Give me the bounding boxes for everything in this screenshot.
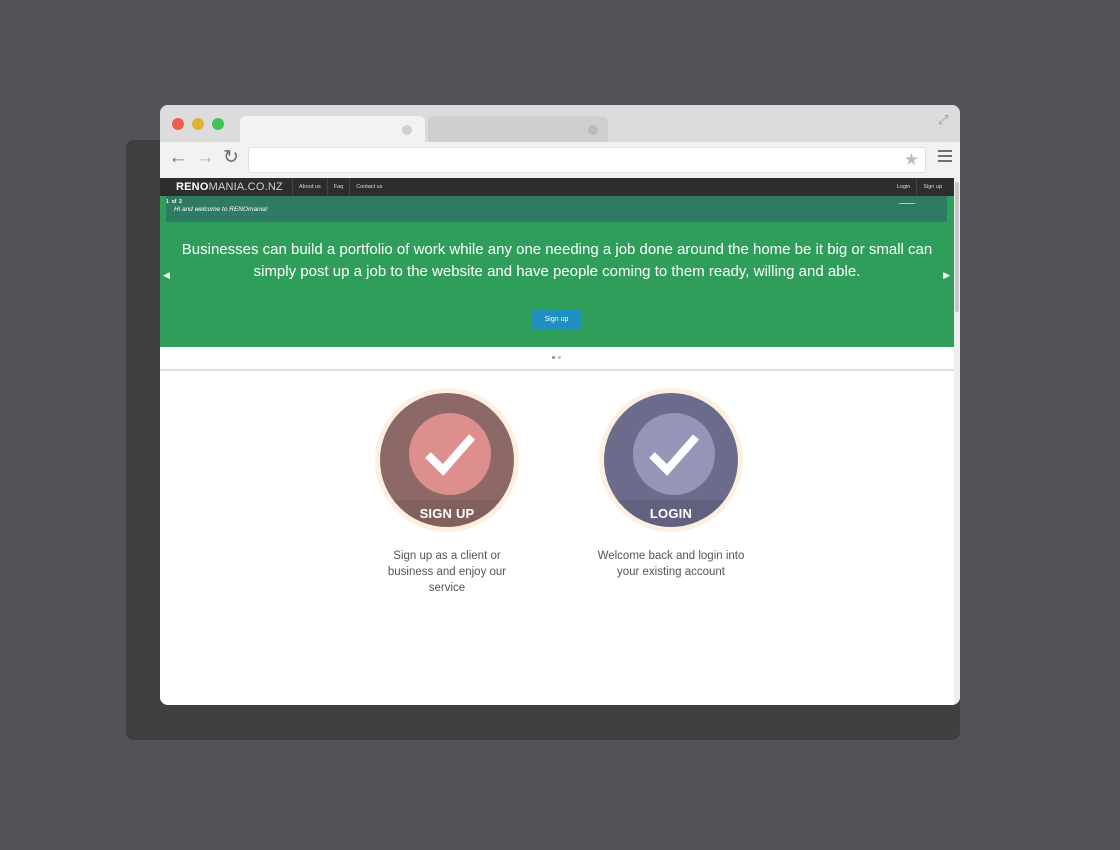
browser-tab-inactive[interactable]: [428, 116, 608, 142]
checkmark-icon: [425, 434, 476, 476]
carousel-next-icon[interactable]: ▶: [943, 270, 950, 281]
carousel-dot-1[interactable]: [552, 356, 555, 359]
forward-arrow-icon[interactable]: →: [195, 148, 215, 168]
login-card: LOGIN Welcome back and login into your e…: [596, 388, 746, 580]
hero-carousel: 1 of 2 Hi and welcome to RENOmania! ◀ Bu…: [160, 196, 954, 347]
signup-label: SIGN UP: [419, 506, 475, 521]
browser-toolbar: ← → ↻ ★: [160, 142, 960, 179]
tab-close-icon[interactable]: [402, 125, 412, 135]
login-label: LOGIN: [649, 506, 693, 521]
expand-icon[interactable]: ⤢: [938, 113, 952, 127]
hamburger-menu-icon[interactable]: [938, 150, 952, 165]
section-divider: [160, 369, 954, 371]
signup-description: Sign up as a client or business and enjo…: [387, 550, 507, 594]
hero-caption-bar: 1 of 2 Hi and welcome to RENOmania!: [166, 196, 947, 222]
browser-window: ⤢ ← → ↻ ★ RENOMANIA.CO.NZ About us Faq C…: [160, 105, 960, 705]
back-arrow-icon[interactable]: ←: [168, 148, 188, 168]
signup-badge[interactable]: SIGN UP: [375, 388, 519, 532]
page-scrollbar[interactable]: [954, 178, 960, 705]
nav-auth-links: Login Sign up: [891, 178, 948, 196]
hero-signup-button[interactable]: Sign up: [532, 309, 581, 330]
checkmark-icon: [649, 434, 700, 476]
scrollbar-thumb[interactable]: [955, 182, 959, 312]
site-navbar: RENOMANIA.CO.NZ About us Faq Contact us …: [160, 178, 954, 196]
nav-link-signup[interactable]: Sign up: [917, 178, 948, 196]
address-bar[interactable]: ★: [248, 147, 926, 173]
nav-links: About us Faq Contact us: [292, 178, 389, 196]
nav-link-login[interactable]: Login: [891, 178, 918, 196]
slide-counter: 1 of 2: [166, 199, 182, 205]
tab-strip: ⤢: [160, 105, 960, 142]
reload-icon[interactable]: ↻: [221, 148, 241, 168]
nav-link-faq[interactable]: Faq: [326, 178, 349, 196]
tab-close-icon[interactable]: [588, 125, 598, 135]
carousel-indicators: [552, 356, 561, 359]
minimize-window-button[interactable]: [192, 118, 204, 130]
page-viewport: RENOMANIA.CO.NZ About us Faq Contact us …: [160, 178, 954, 705]
login-badge[interactable]: LOGIN: [599, 388, 743, 532]
nav-link-contact[interactable]: Contact us: [349, 178, 388, 196]
carousel-prev-icon[interactable]: ◀: [163, 270, 170, 281]
hero-text: Businesses can build a portfolio of work…: [181, 241, 933, 280]
maximize-window-button[interactable]: [212, 118, 224, 130]
browser-tab-active[interactable]: [240, 116, 425, 142]
nav-link-about[interactable]: About us: [292, 178, 327, 196]
hero-welcome-text: Hi and welcome to RENOmania!: [174, 206, 268, 213]
site-logo[interactable]: RENOMANIA.CO.NZ: [176, 181, 283, 193]
carousel-dot-2[interactable]: [558, 356, 561, 359]
hero-caption-dash: [899, 203, 915, 204]
login-description: Welcome back and login into your existin…: [597, 550, 745, 578]
star-icon[interactable]: ★: [904, 150, 919, 170]
close-window-button[interactable]: [172, 118, 184, 130]
signup-card: SIGN UP Sign up as a client or business …: [372, 388, 522, 596]
